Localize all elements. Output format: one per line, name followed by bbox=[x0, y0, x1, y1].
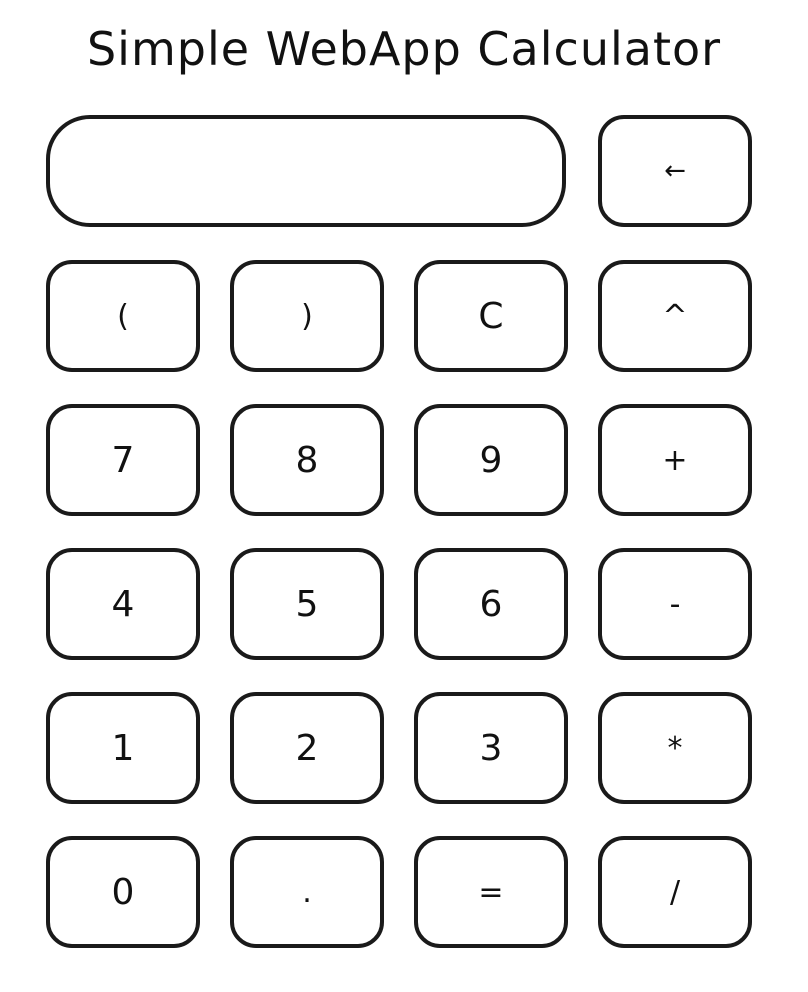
divide-button[interactable]: / bbox=[598, 836, 752, 948]
decimal-button[interactable]: . bbox=[230, 836, 384, 948]
digit-4-button[interactable]: 4 bbox=[46, 548, 200, 660]
open-paren-button[interactable]: ( bbox=[46, 260, 200, 372]
clear-button[interactable]: C bbox=[414, 260, 568, 372]
digit-0-button[interactable]: 0 bbox=[46, 836, 200, 948]
digit-1-button[interactable]: 1 bbox=[46, 692, 200, 804]
digit-5-button[interactable]: 5 bbox=[230, 548, 384, 660]
page-title: Simple WebApp Calculator bbox=[86, 22, 722, 76]
digit-3-button[interactable]: 3 bbox=[414, 692, 568, 804]
multiply-button[interactable]: * bbox=[598, 692, 752, 804]
digit-8-button[interactable]: 8 bbox=[230, 404, 384, 516]
digit-9-button[interactable]: 9 bbox=[414, 404, 568, 516]
power-button[interactable]: ^ bbox=[598, 260, 752, 372]
plus-button[interactable]: + bbox=[598, 404, 752, 516]
backspace-button[interactable]: ← bbox=[598, 115, 752, 227]
close-paren-button[interactable]: ) bbox=[230, 260, 384, 372]
digit-6-button[interactable]: 6 bbox=[414, 548, 568, 660]
calculator-display[interactable] bbox=[46, 115, 566, 227]
minus-button[interactable]: - bbox=[598, 548, 752, 660]
digit-7-button[interactable]: 7 bbox=[46, 404, 200, 516]
digit-2-button[interactable]: 2 bbox=[230, 692, 384, 804]
equals-button[interactable]: = bbox=[414, 836, 568, 948]
